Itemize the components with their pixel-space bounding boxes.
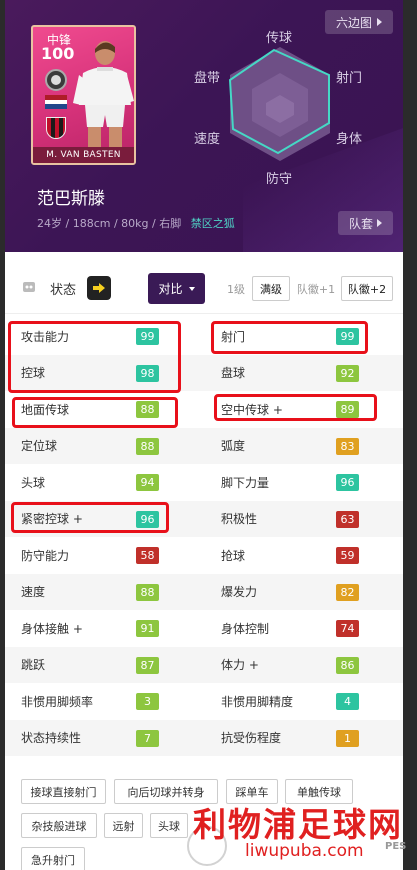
stat-value: 1 — [336, 729, 359, 747]
stat-label: 非惯用脚精度 — [221, 694, 294, 709]
stat-label: 抢球 — [221, 548, 246, 563]
condition-arrow-icon — [93, 283, 105, 293]
stat-label: 弧度 — [221, 439, 246, 454]
card-player-name: M. VAN BASTEN — [33, 147, 134, 163]
stat-value: 99 — [336, 328, 359, 345]
condition-label: 状态 — [50, 283, 77, 298]
compare-label: 对比 — [158, 282, 183, 296]
stat-label: 体力 + — [221, 658, 259, 673]
radar-label-passing: 传球 — [266, 31, 293, 46]
condition-arrow-button[interactable] — [87, 276, 111, 300]
skill-tag[interactable]: 头球 — [150, 813, 188, 838]
level-max-option[interactable]: 满级 — [252, 276, 290, 301]
skill-tag[interactable]: 踩单车 — [226, 779, 278, 804]
stat-label: 盘球 — [221, 366, 246, 381]
arrow-right-icon — [377, 219, 382, 227]
radar-label-dribbling: 盘带 — [194, 71, 221, 86]
stat-right: 非惯用脚精度 4 — [5, 683, 403, 720]
radar-label-defending: 防守 — [266, 172, 293, 187]
stat-right: 身体控制 74 — [5, 610, 403, 647]
stat-value: 59 — [336, 547, 359, 564]
skill-tag[interactable]: 急升射门 — [21, 847, 85, 870]
stat-row: 控球 98 盘球 92 — [5, 354, 403, 392]
stat-row: 头球 94 脚下力量 96 — [5, 464, 403, 501]
player-info: 24岁 / 188cm / 80kg / 右脚 禁区之狐 — [37, 215, 235, 231]
player-header: 中锋 100 M. VAN BASTEN 六边图 传球 射门 身体 防守 速度 … — [5, 0, 403, 252]
stat-right: 抗受伤程度 1 — [5, 720, 403, 757]
skill-tag[interactable]: 远射 — [104, 813, 143, 838]
stat-right: 爆发力 82 — [5, 574, 403, 611]
stat-right: 抢球 59 — [5, 537, 403, 574]
badge-2-option[interactable]: 队徽+2 — [341, 276, 393, 301]
chevron-down-icon — [188, 286, 195, 291]
stat-label: 爆发力 — [221, 585, 258, 600]
stat-label: 积极性 — [221, 512, 258, 527]
stat-label: 射门 — [221, 329, 246, 344]
stat-value: 4 — [336, 693, 359, 710]
player-card[interactable]: 中锋 100 M. VAN BASTEN — [31, 25, 136, 165]
skill-tag[interactable]: 杂技般进球 — [21, 813, 97, 838]
team-kit-button[interactable]: 队套 — [338, 211, 393, 235]
stat-row: 非惯用脚频率 3 非惯用脚精度 4 — [5, 683, 403, 720]
stat-label: 身体控制 — [221, 621, 270, 636]
stat-label: 抗受伤程度 — [221, 731, 282, 746]
stat-label: 空中传球 + — [221, 402, 283, 417]
club-crest-icon — [46, 117, 66, 139]
team-kit-label: 队套 — [348, 216, 373, 231]
stat-right: 积极性 63 — [5, 501, 403, 538]
player-bio: 24岁 / 188cm / 80kg / 右脚 — [37, 217, 182, 230]
radar-label-shooting: 射门 — [336, 71, 363, 86]
stat-right: 射门 99 — [5, 318, 403, 355]
radar-chart: 传球 射门 身体 防守 速度 盘带 — [190, 25, 380, 187]
player-style[interactable]: 禁区之狐 — [191, 217, 235, 230]
level-1-option[interactable]: 1级 — [222, 276, 250, 301]
player-photo — [73, 41, 134, 147]
stat-value: 82 — [336, 583, 359, 601]
condition-icon — [23, 282, 35, 292]
stat-row: 地面传球 88 空中传球 +89 — [5, 391, 403, 428]
stat-row: 跳跃 87 体力 +86 — [5, 646, 403, 684]
stat-row: 身体接触 +91 身体控制 74 — [5, 610, 403, 647]
stat-row: 攻击能力 99 射门 99 — [5, 318, 403, 355]
radar-graphic — [228, 47, 330, 161]
stat-right: 体力 + 86 — [5, 647, 403, 684]
skill-tag[interactable]: 接球直接射门 — [21, 779, 106, 804]
card-type-icon — [45, 69, 67, 91]
skill-tag[interactable]: 单触传球 — [285, 779, 353, 804]
netherlands-flag-icon — [45, 95, 67, 109]
badge-1-option[interactable]: 队徽+1 — [292, 276, 340, 301]
stat-value: 74 — [336, 620, 359, 637]
stats-panel: 状态 对比 1级 满级 队徽+1 队徽+2 攻击能力 99 射门 99 控球 98 盘球 92… — [5, 252, 403, 870]
stat-row: 状态持续性 7 抗受伤程度 1 — [5, 719, 403, 757]
radar-label-physical: 身体 — [336, 132, 363, 147]
card-rating: 100 — [41, 44, 75, 63]
stat-value: 96 — [336, 474, 359, 491]
stat-value: 86 — [336, 656, 359, 674]
stat-right: 空中传球 + 89 — [5, 391, 403, 428]
stat-row: 定位球 88 弧度 83 — [5, 427, 403, 465]
stat-value: 83 — [336, 437, 359, 455]
stat-row: 防守能力 58 抢球 59 — [5, 537, 403, 574]
stat-right: 弧度 83 — [5, 428, 403, 465]
skill-tag[interactable]: 向后切球并转身 — [114, 779, 218, 804]
stat-row: 紧密控球 +96 积极性 63 — [5, 500, 403, 538]
stat-value: 92 — [336, 364, 359, 382]
stat-row: 速度 88 爆发力 82 — [5, 573, 403, 611]
stat-label: 脚下力量 — [221, 475, 270, 490]
stat-value: 63 — [336, 510, 359, 528]
stat-right: 脚下力量 96 — [5, 464, 403, 501]
stat-right: 盘球 92 — [5, 355, 403, 392]
stats-toolbar: 状态 对比 1级 满级 队徽+1 队徽+2 — [5, 252, 403, 314]
stat-value: 89 — [336, 401, 359, 418]
radar-label-speed: 速度 — [194, 132, 221, 147]
compare-button[interactable]: 对比 — [148, 273, 205, 304]
player-name: 范巴斯滕 — [37, 189, 105, 209]
